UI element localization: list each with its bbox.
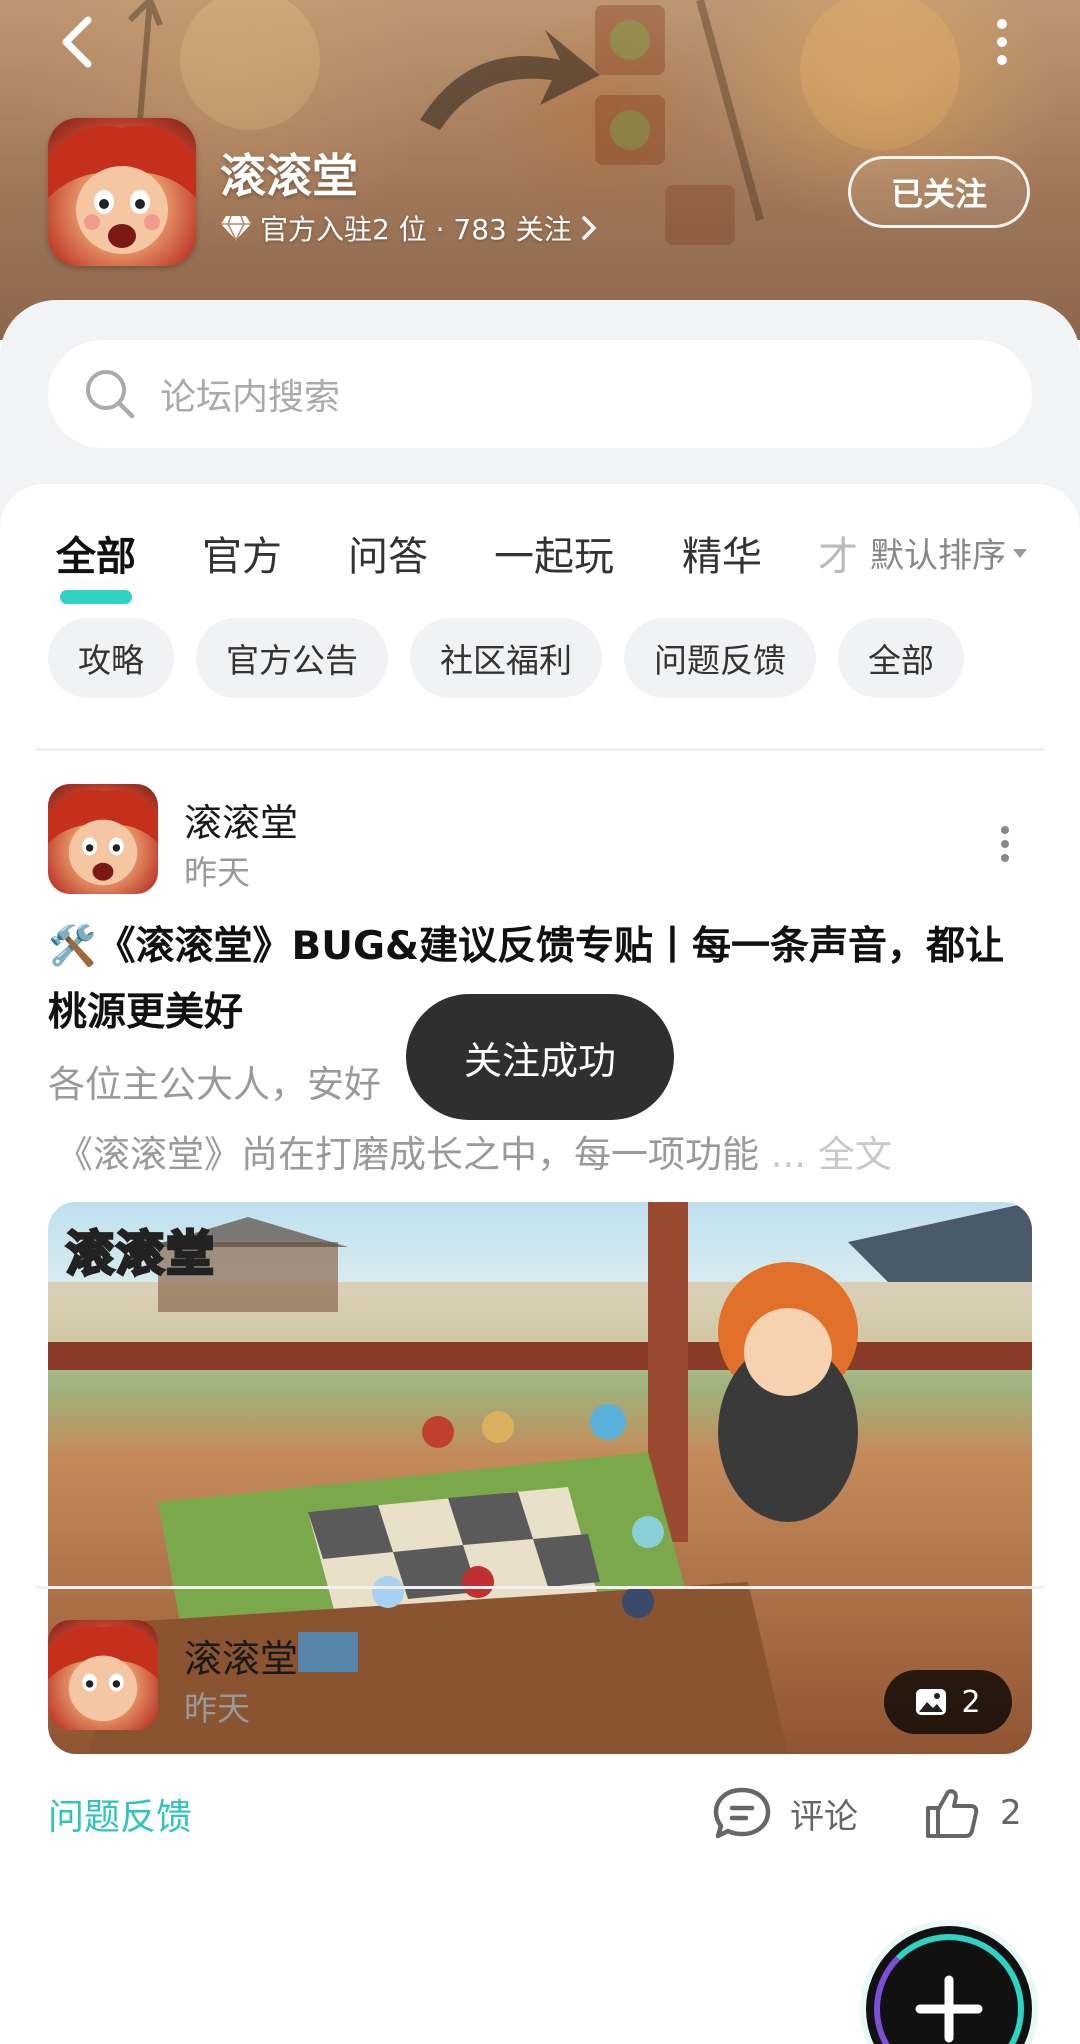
chip-feedback[interactable]: 问题反馈 — [624, 618, 816, 698]
tab-overflow[interactable]: 才 — [818, 524, 858, 582]
post-author[interactable]: 滚滚堂 — [184, 1628, 298, 1683]
back-icon[interactable] — [52, 14, 108, 70]
caret-down-icon — [1013, 548, 1027, 558]
tab-qa[interactable]: 问答 — [348, 524, 428, 582]
forum-banner: 滚滚堂 官方入驻2 位 · 783 关注 已关注 — [0, 0, 1080, 340]
chevron-right-icon — [582, 216, 597, 240]
like-count: 2 — [1000, 1793, 1022, 1833]
tab-play-together[interactable]: 一起玩 — [494, 524, 614, 582]
comment-button[interactable]: 评论 — [712, 1786, 858, 1840]
post-time: 昨天 — [184, 1689, 250, 1728]
post-tag[interactable]: 问题反馈 — [48, 1788, 192, 1840]
image-icon — [916, 1689, 947, 1715]
forum-title: 滚滚堂 — [220, 149, 358, 203]
tab-bar: 全部 官方 问答 一起玩 精华 才 默认排序 — [0, 524, 1080, 604]
sort-label: 默认排序 — [870, 536, 1006, 576]
chip-all[interactable]: 全部 — [838, 618, 964, 698]
post-more-icon[interactable] — [992, 824, 1018, 864]
chip-announcement[interactable]: 官方公告 — [196, 618, 388, 698]
forum-sheet: 论坛内搜索 全部 官方 问答 一起玩 精华 才 默认排序 攻略 官方公告 社区福… — [0, 300, 1080, 2044]
image-count-text: 2 — [961, 1684, 981, 1720]
full-text-link[interactable]: 全文 — [818, 1133, 892, 1176]
divider — [36, 748, 1044, 751]
avatar[interactable] — [48, 1620, 158, 1730]
post-excerpt-ellipsis: ... — [759, 1133, 818, 1176]
post-excerpt-line1: 各位主公大人，安好 — [48, 1063, 381, 1106]
tab-featured[interactable]: 精华 — [682, 524, 762, 582]
forum-meta[interactable]: 官方入驻2 位 · 783 关注 — [220, 208, 598, 248]
tab-all[interactable]: 全部 — [56, 524, 136, 582]
comment-icon — [713, 1787, 771, 1839]
follow-button[interactable]: 已关注 — [848, 156, 1030, 228]
post-time: 昨天 — [184, 853, 250, 892]
image-watermark: 滚滚堂 — [64, 1225, 217, 1284]
chip-guide[interactable]: 攻略 — [48, 618, 174, 698]
post-author[interactable]: 滚滚堂 — [184, 792, 298, 847]
diamond-icon — [221, 215, 251, 242]
tab-active-indicator — [60, 590, 132, 604]
forum-meta-text: 官方入驻2 位 · 783 关注 — [260, 213, 572, 246]
sort-dropdown[interactable]: 默认排序 — [866, 528, 1028, 577]
like-button[interactable]: 2 — [924, 1786, 1022, 1840]
forum-logo — [48, 118, 196, 266]
plus-icon — [915, 1975, 983, 2043]
avatar[interactable] — [48, 784, 158, 894]
comment-label: 评论 — [790, 1796, 858, 1837]
chip-welfare[interactable]: 社区福利 — [410, 618, 602, 698]
toast-message: 关注成功 — [406, 994, 674, 1120]
search-icon — [86, 370, 135, 419]
category-chips: 攻略 官方公告 社区福利 问题反馈 全部 — [48, 618, 964, 698]
post-footer: 问题反馈 评论 2 — [0, 1786, 1080, 1846]
post-excerpt-text: 《滚滚堂》尚在打磨成长之中，每一项功能 — [56, 1133, 759, 1176]
tab-official[interactable]: 官方 — [202, 524, 282, 582]
image-count-badge: 2 — [884, 1670, 1012, 1734]
post-excerpt-line2: 《滚滚堂》尚在打磨成长之中，每一项功能 ... 全文 — [56, 1124, 892, 1178]
search-input[interactable]: 论坛内搜索 — [48, 340, 1032, 448]
thumbs-up-icon — [926, 1789, 979, 1838]
more-options-icon[interactable] — [982, 14, 1022, 70]
search-placeholder: 论坛内搜索 — [160, 377, 341, 418]
divider — [36, 1586, 1044, 1589]
feed-content: 全部 官方 问答 一起玩 精华 才 默认排序 攻略 官方公告 社区福利 问题反馈… — [0, 484, 1080, 2044]
